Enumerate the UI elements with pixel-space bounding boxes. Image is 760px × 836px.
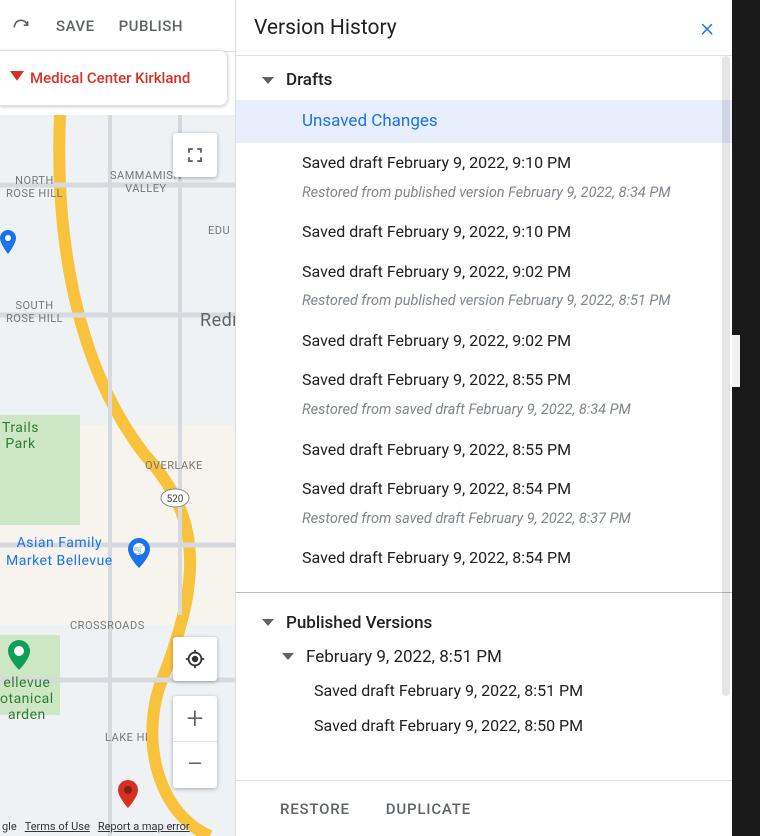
drafts-section-label: Drafts: [286, 70, 332, 90]
published-section-header[interactable]: Published Versions: [236, 593, 732, 641]
map-label: EDU: [208, 225, 230, 238]
chevron-down-icon: [262, 619, 274, 626]
map-attribution: gle Terms of Use Report a map error: [2, 820, 190, 833]
chevron-down-icon: [262, 77, 274, 84]
location-card-title: Medical Center Kirkland: [30, 69, 190, 87]
map-label: SAMMAMISHVALLEY: [110, 170, 182, 195]
map-credit: gle: [2, 820, 17, 833]
zoom-out-button[interactable]: −: [173, 742, 217, 788]
version-entry[interactable]: Saved draft February 9, 2022, 9:02 PM: [236, 321, 732, 361]
location-card[interactable]: Medical Center Kirkland: [0, 50, 228, 106]
map-pin-icon: [0, 230, 16, 254]
my-location-button[interactable]: [173, 637, 217, 681]
version-entry[interactable]: Saved draft February 9, 2022, 8:50 PM: [236, 708, 732, 743]
version-entry[interactable]: Saved draft February 9, 2022, 8:51 PM: [236, 673, 732, 708]
map-label: Asian FamilyMarket Bellevue: [6, 535, 113, 570]
version-entry[interactable]: Saved draft February 9, 2022, 8:55 PM: [236, 360, 732, 400]
version-entry[interactable]: Saved draft February 9, 2022, 9:02 PM: [236, 252, 732, 292]
expand-down-icon: [10, 71, 24, 85]
version-entry[interactable]: Saved draft February 9, 2022, 8:54 PM: [236, 469, 732, 509]
panel-title: Version History: [254, 16, 700, 40]
panel-header: Version History ×: [236, 0, 732, 56]
drafts-section-header[interactable]: Drafts: [236, 56, 732, 100]
version-entry[interactable]: Saved draft February 9, 2022, 8:55 PM: [236, 430, 732, 470]
close-button[interactable]: ×: [700, 15, 714, 41]
map-pin-red-icon: [118, 780, 138, 808]
map-canvas[interactable]: NORTHROSE HILL SAMMAMISHVALLEY EDU SOUTH…: [0, 115, 235, 836]
close-icon: ×: [700, 13, 714, 43]
published-group[interactable]: February 9, 2022, 8:51 PM: [236, 641, 732, 673]
map-label: TrailsPark: [2, 420, 39, 452]
map-pin-park-icon: [8, 640, 30, 670]
version-entry-note: Restored from saved draft February 9, 20…: [236, 509, 732, 539]
map-label: CROSSROADS: [70, 620, 145, 633]
save-button[interactable]: SAVE: [56, 17, 95, 35]
version-entry-note: Restored from saved draft February 9, 20…: [236, 400, 732, 430]
chevron-down-icon: [282, 653, 294, 660]
map-pin-shopping-icon: 🛒: [128, 538, 150, 568]
published-section-label: Published Versions: [286, 613, 432, 633]
version-history-panel: Version History × Drafts Unsaved Changes…: [235, 0, 732, 836]
version-entry[interactable]: Saved draft February 9, 2022, 9:10 PM: [236, 143, 732, 183]
map-label: LAKE HI: [105, 732, 148, 745]
version-entry[interactable]: Saved draft February 9, 2022, 8:54 PM: [236, 538, 732, 578]
publish-button[interactable]: PUBLISH: [119, 17, 183, 35]
version-entry[interactable]: Unsaved Changes: [236, 100, 732, 143]
map-label: SOUTHROSE HILL: [6, 300, 63, 325]
report-map-error-link[interactable]: Report a map error: [98, 820, 190, 833]
map-label: OVERLAKE: [145, 460, 203, 473]
zoom-control: + −: [173, 696, 217, 788]
published-group-label: February 9, 2022, 8:51 PM: [306, 647, 502, 667]
terms-link[interactable]: Terms of Use: [25, 820, 90, 833]
panel-footer: RESTORE DUPLICATE: [236, 780, 732, 836]
map-label: ellevueotanicalarden: [0, 675, 54, 723]
panel-body[interactable]: Drafts Unsaved Changes Saved draft Febru…: [236, 56, 732, 780]
panel-scrollbar[interactable]: [722, 56, 730, 696]
zoom-in-button[interactable]: +: [173, 696, 217, 742]
fullscreen-button[interactable]: [173, 133, 217, 177]
redo-icon[interactable]: [10, 15, 32, 37]
svg-text:🛒: 🛒: [133, 544, 144, 556]
version-entry-note: Restored from published version February…: [236, 291, 732, 321]
svg-text:520: 520: [167, 494, 184, 505]
target-icon: [184, 648, 206, 670]
map-label: NORTHROSE HILL: [6, 175, 63, 200]
highway-shield-icon: 520: [160, 488, 190, 508]
window-gutter: [732, 0, 760, 836]
version-entry-note: Restored from published version February…: [236, 183, 732, 213]
restore-button[interactable]: RESTORE: [280, 800, 350, 818]
duplicate-button[interactable]: DUPLICATE: [386, 800, 471, 818]
map-label: Redn: [200, 310, 235, 333]
version-entry[interactable]: Saved draft February 9, 2022, 9:10 PM: [236, 212, 732, 252]
fullscreen-icon: [186, 146, 204, 164]
